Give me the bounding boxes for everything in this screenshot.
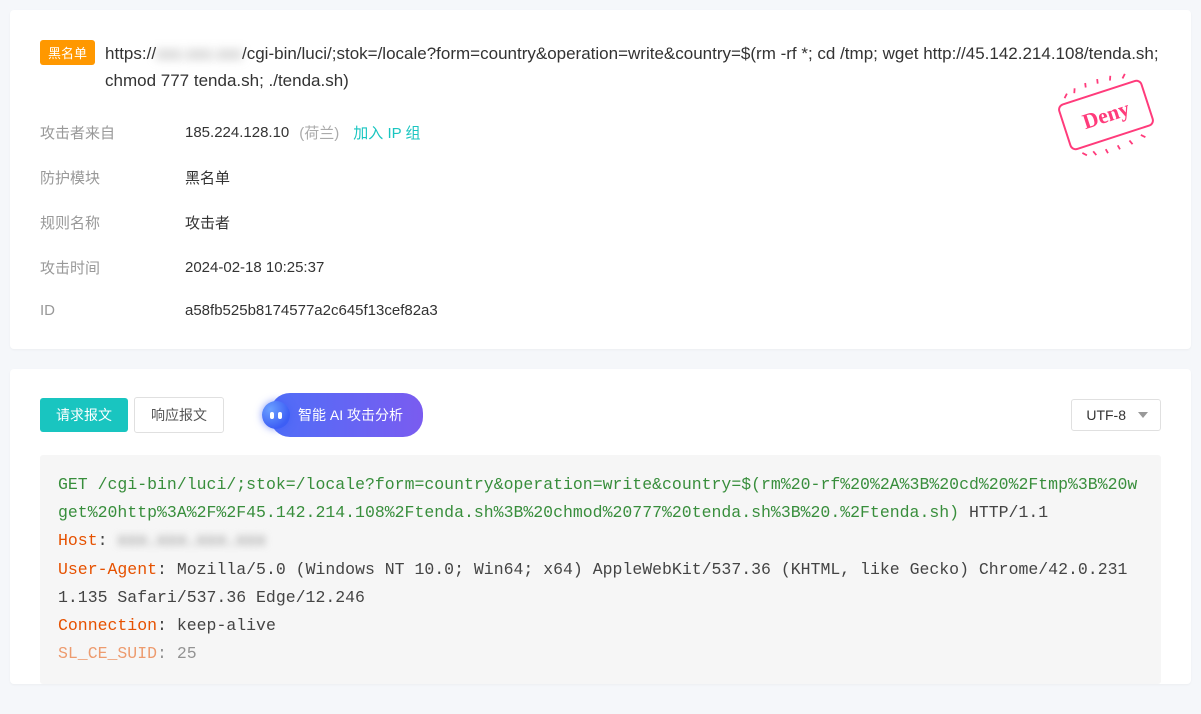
hdr-host-name: Host xyxy=(58,531,98,550)
value-id: a58fb525b8174577a2c645f13cef82a3 xyxy=(185,302,438,319)
blacklist-badge: 黑名单 xyxy=(40,40,95,65)
hdr-trunc-name: SL_CE_SUID xyxy=(58,644,157,663)
hdr-host-value-redacted: xxx.xxx.xxx.xxx xyxy=(117,531,266,550)
deny-stamp: Deny xyxy=(1051,70,1161,160)
hdr-ua-value: Mozilla/5.0 (Windows NT 10.0; Win64; x64… xyxy=(58,560,1127,607)
meta-attacker-from: 攻击者来自 185.224.128.10 (荷兰) 加入 IP 组 xyxy=(40,122,1161,143)
http-request-block: GET /cgi-bin/luci/;stok=/locale?form=cou… xyxy=(40,455,1161,683)
tab-response[interactable]: 响应报文 xyxy=(134,397,224,433)
label-id: ID xyxy=(40,302,185,319)
value-attacker-country: (荷兰) xyxy=(299,122,339,143)
meta-id: ID a58fb525b8174577a2c645f13cef82a3 xyxy=(40,302,1161,319)
target-url-row: 黑名单 https://xxx.xxx.xxx/cgi-bin/luci/;st… xyxy=(40,40,1161,94)
value-attack-time: 2024-02-18 10:25:37 xyxy=(185,259,324,276)
value-attacker-ip: 185.224.128.10 xyxy=(185,124,289,141)
url-scheme: https:// xyxy=(105,44,156,63)
add-ip-group-link[interactable]: 加入 IP 组 xyxy=(353,122,420,143)
tabs-row: 请求报文 响应报文 智能 AI 攻击分析 UTF-8 xyxy=(40,393,1161,437)
hdr-ua-name: User-Agent xyxy=(58,560,157,579)
http-card: 请求报文 响应报文 智能 AI 攻击分析 UTF-8 GET /cgi-bin/… xyxy=(10,369,1191,683)
hdr-conn-name: Connection xyxy=(58,616,157,635)
http-protocol: HTTP/1.1 xyxy=(969,503,1048,522)
ai-analysis-label: 智能 AI 攻击分析 xyxy=(298,405,403,425)
meta-attack-time: 攻击时间 2024-02-18 10:25:37 xyxy=(40,257,1161,278)
svg-text:Deny: Deny xyxy=(1080,96,1133,134)
ai-analysis-button[interactable]: 智能 AI 攻击分析 xyxy=(270,393,423,437)
meta-module: 防护模块 黑名单 xyxy=(40,167,1161,188)
target-url: https://xxx.xxx.xxx/cgi-bin/luci/;stok=/… xyxy=(105,40,1161,94)
label-rule-name: 规则名称 xyxy=(40,212,185,233)
url-host-redacted: xxx.xxx.xxx xyxy=(156,40,242,67)
hdr-trunc-value: 25 xyxy=(177,644,197,663)
value-module: 黑名单 xyxy=(185,167,230,188)
ai-robot-icon xyxy=(262,401,290,429)
encoding-select[interactable]: UTF-8 xyxy=(1071,399,1161,431)
http-method: GET xyxy=(58,475,88,494)
meta-rule-name: 规则名称 攻击者 xyxy=(40,212,1161,233)
tab-request[interactable]: 请求报文 xyxy=(40,398,128,432)
label-attack-time: 攻击时间 xyxy=(40,257,185,278)
label-module: 防护模块 xyxy=(40,167,185,188)
url-path: /cgi-bin/luci/;stok=/locale?form=country… xyxy=(105,44,1159,90)
attack-detail-card: 黑名单 https://xxx.xxx.xxx/cgi-bin/luci/;st… xyxy=(10,10,1191,349)
encoding-selected-value: UTF-8 xyxy=(1086,407,1126,423)
label-attacker-from: 攻击者来自 xyxy=(40,122,185,143)
value-rule-name: 攻击者 xyxy=(185,212,230,233)
hdr-conn-value: keep-alive xyxy=(177,616,276,635)
